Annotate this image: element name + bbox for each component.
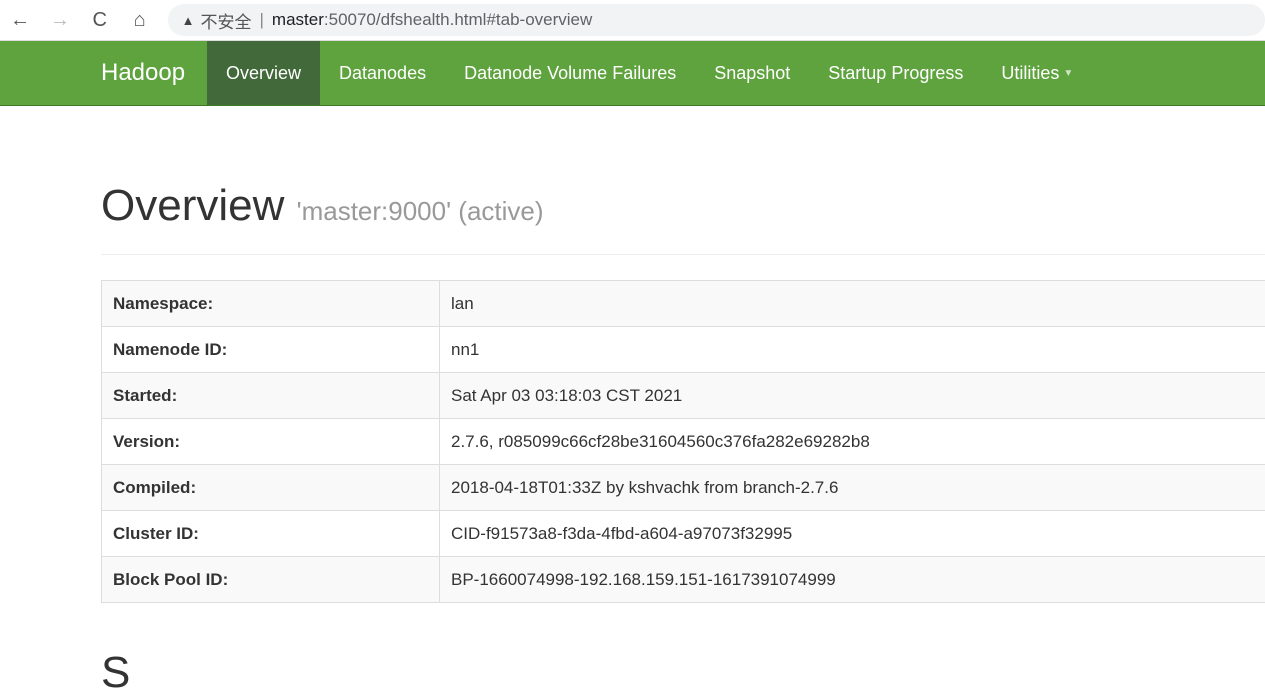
- url-text[interactable]: master:50070/dfshealth.html#tab-overview: [272, 10, 592, 30]
- row-value: 2018-04-18T01:33Z by kshvachk from branc…: [440, 465, 1265, 511]
- separator: |: [260, 10, 264, 30]
- nav-overview[interactable]: Overview: [207, 41, 320, 105]
- url-path: :50070/dfshealth.html#tab-overview: [324, 10, 592, 29]
- forward-icon[interactable]: →: [40, 9, 80, 32]
- overview-table: Namespace:lan Namenode ID:nn1 Started:Sa…: [101, 280, 1265, 603]
- row-value: 2.7.6, r085099c66cf28be31604560c376fa282…: [440, 419, 1265, 465]
- address-bar[interactable]: ▲ 不安全 | master:50070/dfshealth.html#tab-…: [168, 4, 1265, 36]
- row-key: Block Pool ID:: [102, 557, 440, 603]
- table-row: Namenode ID:nn1: [102, 327, 1265, 373]
- brand-logo[interactable]: Hadoop: [101, 41, 207, 105]
- row-value: CID-f91573a8-f3da-4fbd-a604-a97073f32995: [440, 511, 1265, 557]
- page-header: Overview 'master:9000' (active): [101, 176, 1265, 255]
- table-row: Block Pool ID:BP-1660074998-192.168.159.…: [102, 557, 1265, 603]
- table-row: Cluster ID:CID-f91573a8-f3da-4fbd-a604-a…: [102, 511, 1265, 557]
- table-row: Version:2.7.6, r085099c66cf28be31604560c…: [102, 419, 1265, 465]
- table-row: Namespace:lan: [102, 281, 1265, 327]
- table-row: Compiled:2018-04-18T01:33Z by kshvachk f…: [102, 465, 1265, 511]
- insecure-label: 不安全: [201, 8, 252, 33]
- page-title: Overview 'master:9000' (active): [101, 176, 1265, 241]
- row-key: Started:: [102, 373, 440, 419]
- caret-down-icon: ▼: [1063, 68, 1073, 79]
- nav-startup-progress[interactable]: Startup Progress: [809, 41, 982, 105]
- table-row: Started:Sat Apr 03 03:18:03 CST 2021: [102, 373, 1265, 419]
- warning-icon[interactable]: ▲: [182, 13, 195, 28]
- home-icon[interactable]: ⌂: [120, 9, 160, 32]
- row-value: lan: [440, 281, 1265, 327]
- row-key: Compiled:: [102, 465, 440, 511]
- nav-datanode-volume-failures[interactable]: Datanode Volume Failures: [445, 41, 695, 105]
- nav-datanodes[interactable]: Datanodes: [320, 41, 445, 105]
- reload-icon[interactable]: C: [80, 9, 120, 32]
- row-key: Cluster ID:: [102, 511, 440, 557]
- row-value: BP-1660074998-192.168.159.151-1617391074…: [440, 557, 1265, 603]
- row-key: Namenode ID:: [102, 327, 440, 373]
- nav-utilities[interactable]: Utilities ▼: [982, 41, 1092, 105]
- next-section-heading: S: [101, 648, 130, 698]
- navbar: Hadoop Overview Datanodes Datanode Volum…: [0, 41, 1265, 106]
- row-value: nn1: [440, 327, 1265, 373]
- browser-toolbar: ← → C ⌂ ▲ 不安全 | master:50070/dfshealth.h…: [0, 0, 1265, 41]
- url-host: master: [272, 10, 324, 29]
- row-key: Version:: [102, 419, 440, 465]
- nav-snapshot[interactable]: Snapshot: [695, 41, 809, 105]
- row-key: Namespace:: [102, 281, 440, 327]
- page-subtitle: 'master:9000' (active): [297, 196, 544, 226]
- utilities-label: Utilities: [1001, 63, 1059, 83]
- back-icon[interactable]: ←: [0, 9, 40, 32]
- row-value: Sat Apr 03 03:18:03 CST 2021: [440, 373, 1265, 419]
- title-text: Overview: [101, 181, 284, 230]
